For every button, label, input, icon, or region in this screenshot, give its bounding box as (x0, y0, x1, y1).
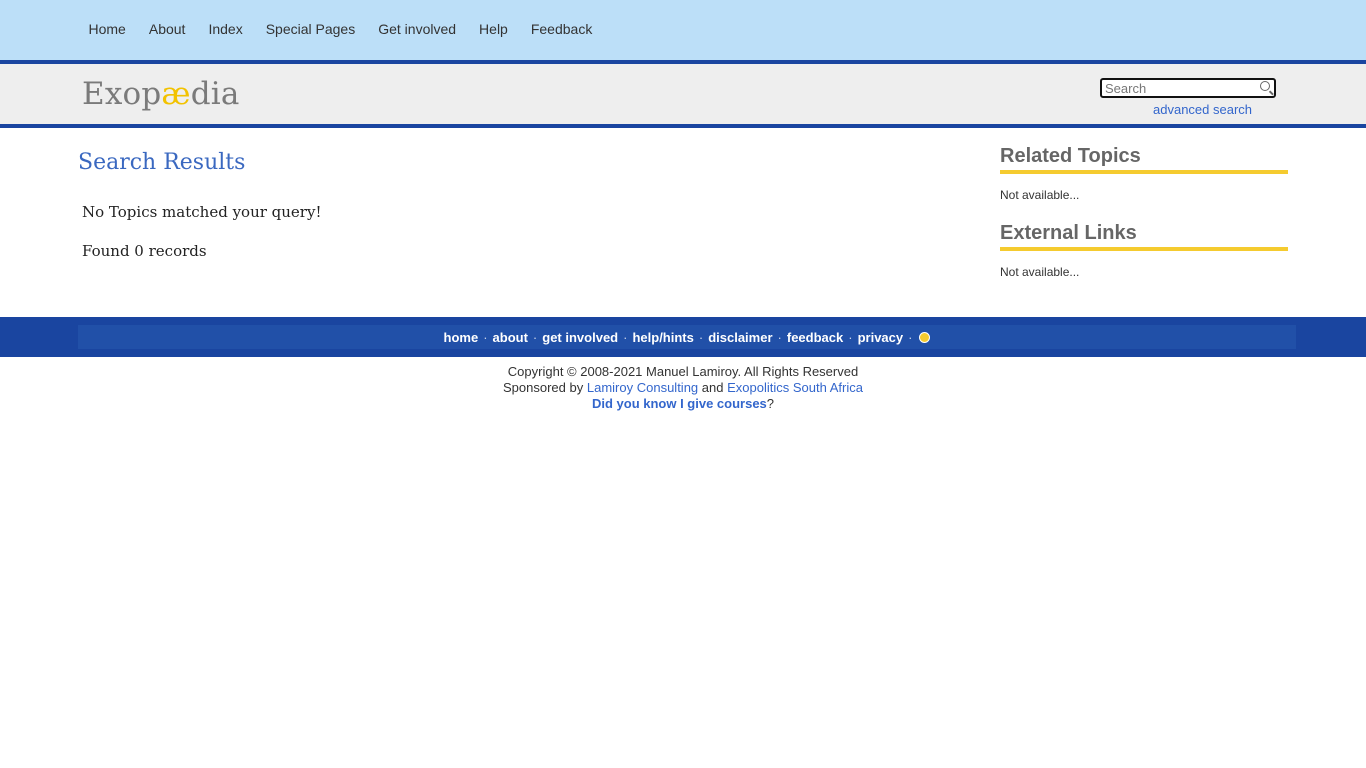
footer-separator: · (698, 329, 704, 345)
related-topics-heading: Related Topics (1000, 145, 1288, 174)
related-topics-text: Not available... (1000, 188, 1080, 202)
no-match-message: No Topics matched your query! (82, 203, 322, 221)
footer-separator: · (908, 329, 913, 345)
sponsor-link-lamiroy[interactable]: Lamiroy Consulting (587, 380, 698, 395)
yellow-dot-icon[interactable] (919, 331, 931, 343)
courses-line: Did you know I give courses? (0, 396, 1366, 412)
footer-link-home[interactable]: home (444, 330, 479, 345)
external-links-text: Not available... (1000, 265, 1080, 279)
footer-link-feedback[interactable]: feedback (787, 330, 843, 345)
footer-separator: · (848, 329, 853, 345)
footer-separator: · (483, 329, 488, 345)
footer-separator: · (623, 329, 628, 345)
top-nav: Home About Index Special Pages Get invol… (0, 0, 1366, 64)
advanced-search-link[interactable]: advanced search (1153, 102, 1252, 117)
search-input[interactable] (1100, 78, 1276, 98)
footer-link-privacy[interactable]: privacy (858, 330, 904, 345)
footer-bar: home · about · get involved · help/hints… (0, 317, 1366, 357)
page-title: Search Results (78, 150, 246, 175)
sponsor-line: Sponsored by Lamiroy Consulting and Exop… (0, 380, 1366, 396)
footer-separator: · (532, 329, 538, 345)
nav-item-feedback[interactable]: Feedback (519, 21, 603, 37)
footer-link-get-involved[interactable]: get involved (542, 330, 618, 345)
footer-link-help-hints[interactable]: help/hints (632, 330, 693, 345)
nav-list: Home About Index Special Pages Get invol… (77, 21, 604, 37)
copyright-block: Copyright © 2008-2021 Manuel Lamiroy. Al… (0, 364, 1366, 412)
site-logo[interactable]: Exopædia (82, 74, 240, 114)
logo-text-start: Exop (82, 76, 162, 112)
logo-text-ae: æ (161, 76, 191, 112)
copyright-text: Copyright © 2008-2021 Manuel Lamiroy. Al… (507, 364, 859, 379)
nav-item-about[interactable]: About (137, 21, 197, 37)
nav-item-index[interactable]: Index (197, 21, 254, 37)
search-box (1100, 78, 1276, 98)
sponsored-prefix: Sponsored by (503, 380, 584, 395)
nav-item-special-pages[interactable]: Special Pages (254, 21, 367, 37)
footer-link-disclaimer[interactable]: disclaimer (708, 330, 772, 345)
nav-item-get-involved[interactable]: Get involved (367, 21, 468, 37)
footer-links: home · about · get involved · help/hints… (78, 325, 1296, 349)
courses-link[interactable]: Did you know I give courses (592, 396, 767, 411)
external-links-heading: External Links (1000, 222, 1288, 251)
found-records-count: Found 0 records (82, 242, 207, 260)
nav-item-help[interactable]: Help (468, 21, 520, 37)
nav-item-home[interactable]: Home (77, 21, 137, 37)
search-icon[interactable] (1260, 81, 1270, 91)
footer-link-about[interactable]: about (493, 330, 528, 345)
sponsor-link-exopolitics[interactable]: Exopolitics South Africa (727, 380, 863, 395)
footer-separator: · (777, 329, 782, 345)
sponsor-and: and (701, 380, 724, 395)
logo-text-end: dia (190, 76, 240, 112)
courses-question-mark: ? (766, 396, 775, 411)
